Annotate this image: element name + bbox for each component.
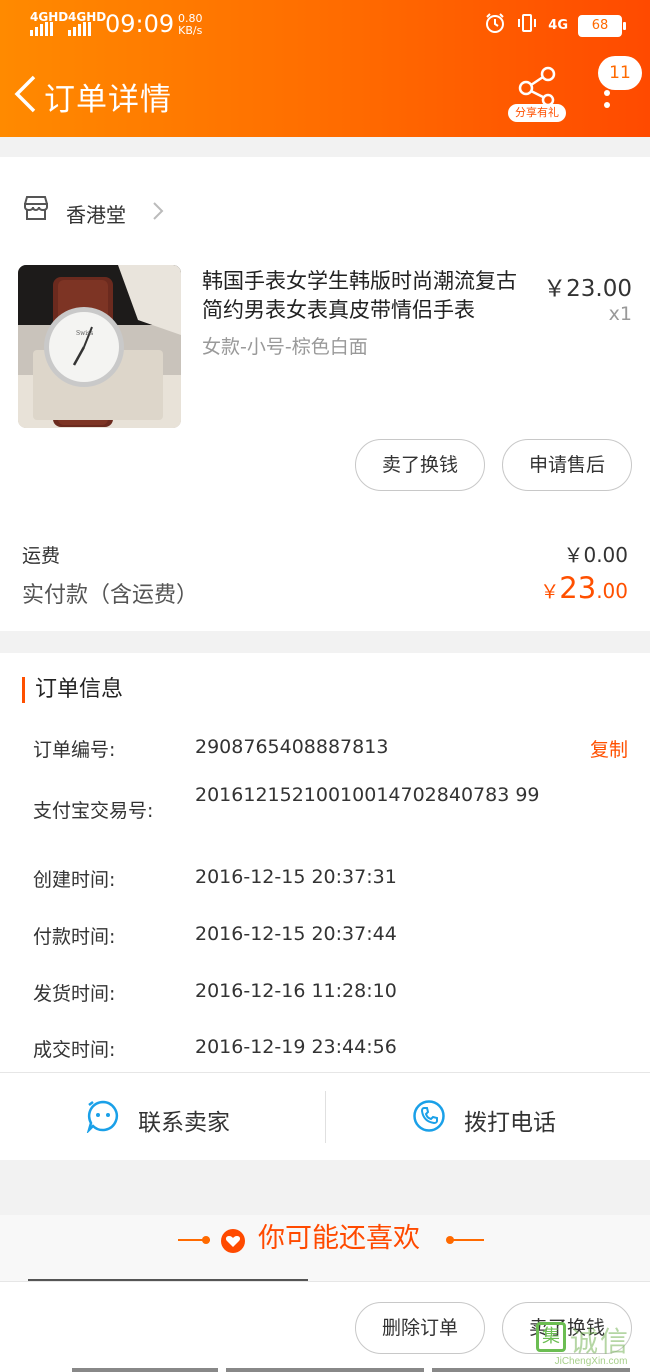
info-label: 支付宝交易号: — [33, 800, 154, 822]
speed-unit: KB/s — [178, 24, 203, 37]
copy-order-number-link[interactable]: 复制 — [590, 735, 628, 762]
call-phone-button[interactable]: 拨打电话 — [326, 1073, 650, 1161]
status-time: 09:09 — [105, 10, 175, 38]
divider — [452, 1239, 484, 1241]
divider — [28, 1279, 308, 1281]
alarm-icon — [484, 12, 506, 39]
svg-text:Swiss: Swiss — [76, 330, 93, 337]
contact-seller-label: 联系卖家 — [138, 1110, 230, 1136]
status-icons: 4G 68 — [484, 12, 626, 39]
share-label: 分享有礼 — [508, 104, 566, 122]
product-title[interactable]: 韩国手表女学生韩版时尚潮流复古简约男表女表真皮带情侣手表 — [202, 267, 537, 325]
info-label: 成交时间: — [33, 1039, 116, 1061]
page-title: 订单详情 — [44, 82, 172, 118]
scroll-indicator — [72, 1368, 218, 1372]
watermark-url: JiChengXin.com — [554, 1356, 628, 1367]
share-button[interactable]: 分享有礼 — [508, 66, 566, 124]
product-quantity: x1 — [608, 303, 632, 325]
chevron-left-icon — [14, 75, 36, 113]
network-speed: 0.80 KB/s — [178, 13, 203, 37]
recommend-header: 你可能还喜欢 — [0, 1215, 650, 1281]
info-value: 20161215210010014702840783 99 — [195, 784, 540, 806]
shop-icon — [24, 196, 48, 220]
heart-icon — [221, 1229, 245, 1253]
chat-face-icon — [86, 1100, 119, 1133]
dot-icon — [604, 90, 610, 96]
after-sale-button[interactable]: 申请售后 — [502, 439, 632, 491]
product-sku: 女款-小号-棕色白面 — [202, 336, 368, 358]
watermark-logo: 集 诚信 JiChengXin.com — [532, 1318, 650, 1372]
phone-icon — [413, 1100, 445, 1132]
info-value: 2016-12-15 20:37:31 — [195, 866, 397, 888]
battery-icon: 68 — [578, 14, 626, 37]
info-label: 发货时间: — [33, 983, 116, 1005]
shop-row[interactable]: 香港堂 — [0, 177, 650, 249]
info-value: 2016-12-16 11:28:10 — [195, 980, 397, 1002]
shop-name: 香港堂 — [66, 203, 126, 227]
info-label: 订单编号: — [33, 739, 116, 761]
scroll-indicator — [226, 1368, 424, 1372]
product-image[interactable]: Swiss — [18, 265, 181, 428]
product-price: ￥23.00 — [543, 276, 632, 302]
dot-icon — [202, 1236, 210, 1244]
info-value: 2016-12-15 20:37:44 — [195, 923, 397, 945]
dot-icon — [604, 102, 610, 108]
chevron-right-icon — [153, 202, 164, 220]
share-icon — [518, 66, 556, 107]
info-label: 付款时间: — [33, 926, 116, 948]
app-header: 4GHD 4GHD 09:09 0.80 KB/s 4G 68 订单详情 分享有… — [0, 0, 650, 137]
info-label: 创建时间: — [33, 869, 116, 891]
info-value: 2016-12-19 23:44:56 — [195, 1036, 397, 1058]
network-type: 4G — [548, 18, 568, 33]
signal-1-icon — [30, 22, 53, 36]
recommend-title: 你可能还喜欢 — [258, 1223, 420, 1254]
signal-2-icon — [68, 22, 91, 36]
product-card: 香港堂 Swiss 韩国手表女学生韩版时尚潮流复古简约男表女表真皮带情侣手表 女… — [0, 157, 650, 631]
section-title-order-info: 订单信息 — [22, 677, 123, 703]
sell-for-cash-button[interactable]: 卖了换钱 — [355, 439, 485, 491]
watermark-text: 诚信 — [570, 1325, 631, 1358]
call-phone-label: 拨打电话 — [464, 1110, 556, 1136]
order-info-card: 订单信息 订单编号: 2908765408887813 复制 支付宝交易号: 2… — [0, 653, 650, 1072]
contact-bar: 联系卖家 拨打电话 — [0, 1072, 650, 1160]
watch-image: Swiss — [18, 265, 181, 428]
info-value: 2908765408887813 — [195, 736, 389, 758]
contact-seller-button[interactable]: 联系卖家 — [0, 1073, 325, 1161]
message-count-badge[interactable]: 11 — [598, 56, 642, 90]
watermark-badge: 集 — [536, 1322, 566, 1352]
delete-order-button[interactable]: 删除订单 — [355, 1302, 485, 1354]
back-button[interactable] — [12, 74, 40, 114]
vibrate-icon — [516, 12, 538, 39]
status-bar: 4GHD 4GHD 09:09 0.80 KB/s 4G 68 — [0, 0, 650, 52]
more-menu-button[interactable] — [598, 90, 616, 112]
